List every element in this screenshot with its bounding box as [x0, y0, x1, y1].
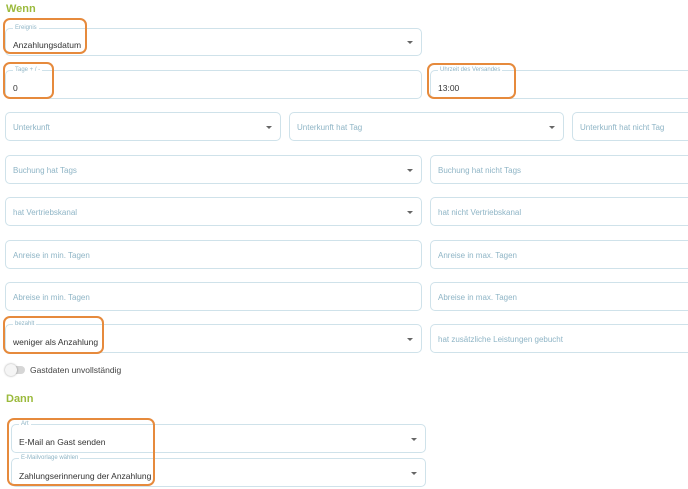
- abreise-min-input[interactable]: Abreise in min. Tagen: [5, 282, 422, 311]
- unterkunft-hat-nicht-tag-select[interactable]: Unterkunft hat nicht Tag: [572, 112, 688, 141]
- unterkunft-hat-tag-placeholder: Unterkunft hat Tag: [297, 123, 363, 132]
- abreise-max-input[interactable]: Abreise in max. Tagen: [430, 282, 688, 311]
- unterkunft-hat-tag-select[interactable]: Unterkunft hat Tag: [289, 112, 564, 141]
- buchung-hat-nicht-tags-select[interactable]: Buchung hat nicht Tags: [430, 155, 688, 184]
- bezahlt-select[interactable]: bezahlt weniger als Anzahlung: [5, 320, 422, 353]
- uhrzeit-input[interactable]: Uhrzeit des Versandes 13:00: [430, 66, 688, 99]
- section-title-dann: Dann: [6, 393, 34, 405]
- zusaetzliche-leistungen-placeholder: hat zusätzliche Leistungen gebucht: [438, 335, 563, 344]
- buchung-hat-tags-placeholder: Buchung hat Tags: [13, 166, 77, 175]
- gastdaten-toggle-knob[interactable]: [5, 364, 17, 376]
- emailvorlage-value: Zahlungserinnerung der Anzahlung: [19, 471, 152, 481]
- art-select[interactable]: Art E-Mail an Gast senden: [11, 420, 426, 453]
- emailvorlage-select[interactable]: E-Mailvorlage wählen Zahlungserinnerung …: [11, 454, 426, 487]
- ereignis-label: Ereignis: [13, 24, 39, 33]
- tage-label: Tage + / -: [13, 66, 43, 75]
- unterkunft-hat-nicht-tag-placeholder: Unterkunft hat nicht Tag: [580, 123, 665, 132]
- chevron-down-icon: [407, 211, 413, 214]
- chevron-down-icon: [266, 126, 272, 129]
- chevron-down-icon: [407, 169, 413, 172]
- abreise-min-placeholder: Abreise in min. Tagen: [13, 293, 90, 302]
- tage-value: 0: [13, 83, 18, 93]
- anreise-max-input[interactable]: Anreise in max. Tagen: [430, 240, 688, 269]
- hat-vertriebskanal-select[interactable]: hat Vertriebskanal: [5, 197, 422, 226]
- ereignis-select[interactable]: Ereignis Anzahlungsdatum: [5, 24, 422, 56]
- zusaetzliche-leistungen-select[interactable]: hat zusätzliche Leistungen gebucht: [430, 324, 688, 353]
- bezahlt-value: weniger als Anzahlung: [13, 337, 99, 347]
- tage-input[interactable]: Tage + / - 0: [5, 66, 422, 99]
- anreise-max-placeholder: Anreise in max. Tagen: [438, 251, 518, 260]
- uhrzeit-value: 13:00: [438, 83, 460, 93]
- art-value: E-Mail an Gast senden: [19, 437, 106, 447]
- anreise-min-input[interactable]: Anreise in min. Tagen: [5, 240, 422, 269]
- bezahlt-label: bezahlt: [13, 320, 37, 329]
- uhrzeit-label: Uhrzeit des Versandes: [438, 66, 503, 75]
- chevron-down-icon: [411, 438, 417, 441]
- section-title-wenn: Wenn: [6, 3, 36, 15]
- hat-nicht-vertriebskanal-select[interactable]: hat nicht Vertriebskanal: [430, 197, 688, 226]
- anreise-min-placeholder: Anreise in min. Tagen: [13, 251, 90, 260]
- abreise-max-placeholder: Abreise in max. Tagen: [438, 293, 518, 302]
- unterkunft-placeholder: Unterkunft: [13, 123, 50, 132]
- buchung-hat-nicht-tags-placeholder: Buchung hat nicht Tags: [438, 166, 522, 175]
- emailvorlage-label: E-Mailvorlage wählen: [19, 454, 81, 463]
- chevron-down-icon: [549, 126, 555, 129]
- hat-vertriebskanal-placeholder: hat Vertriebskanal: [13, 208, 78, 217]
- gastdaten-toggle-label: Gastdaten unvollständig: [30, 365, 122, 375]
- chevron-down-icon: [407, 338, 413, 341]
- unterkunft-select[interactable]: Unterkunft: [5, 112, 281, 141]
- chevron-down-icon: [407, 41, 413, 44]
- chevron-down-icon: [411, 472, 417, 475]
- ereignis-value: Anzahlungsdatum: [13, 40, 82, 50]
- hat-nicht-vertriebskanal-placeholder: hat nicht Vertriebskanal: [438, 208, 522, 217]
- buchung-hat-tags-select[interactable]: Buchung hat Tags: [5, 155, 422, 184]
- art-label: Art: [19, 420, 31, 429]
